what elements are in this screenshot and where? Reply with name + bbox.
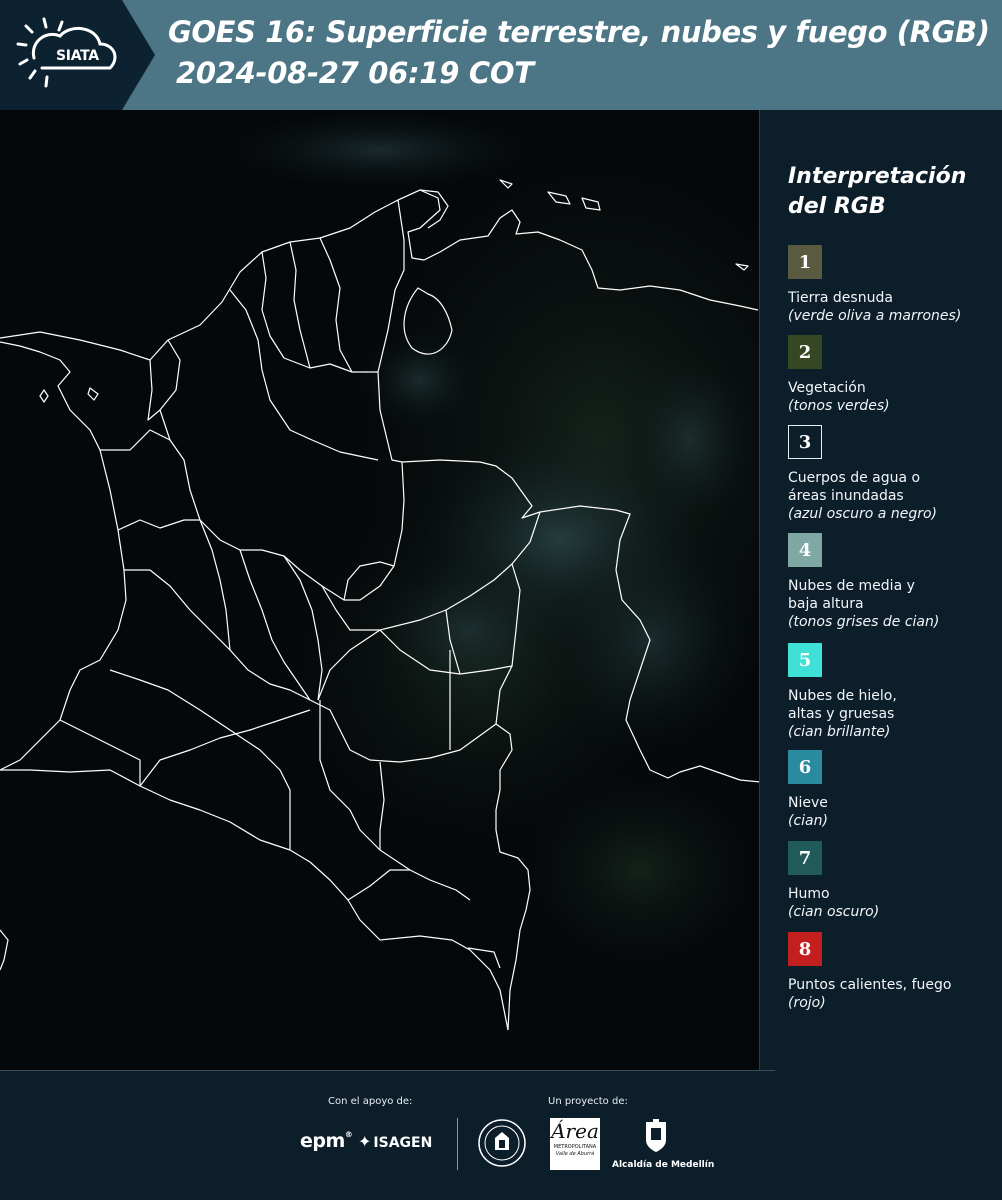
legend-swatch: 5: [788, 643, 822, 677]
colombia-map-svg: [0, 110, 759, 1070]
legend-label: Vegetación: [788, 380, 866, 396]
support-label: Con el apoyo de:: [328, 1096, 413, 1107]
legend-swatch: 2: [788, 335, 822, 369]
project-label: Un proyecto de:: [548, 1096, 628, 1107]
legend-item-water: 3 Cuerpos de agua o áreas inundadas (azu…: [788, 425, 998, 523]
legend-swatch-number: 8: [798, 938, 812, 960]
legend-desc: (verde oliva a marrones): [788, 308, 962, 324]
legend-label: Nubes de media y baja altura: [788, 578, 915, 612]
legend-swatch-number: 3: [798, 431, 812, 453]
epm-logo: epm®: [300, 1130, 353, 1152]
footer-divider: [0, 1070, 775, 1071]
legend-swatch-number: 5: [798, 649, 812, 671]
legend-item-vegetation: 2 Vegetación (tonos verdes): [788, 335, 998, 415]
legend-item-smoke: 7 Humo (cian oscuro): [788, 841, 998, 921]
area-metropolitana-logo: Área METROPOLITANA Valle de Aburrá: [550, 1118, 600, 1170]
epm-logo-text: epm: [300, 1130, 345, 1152]
legend-label: Cuerpos de agua o áreas inundadas: [788, 470, 921, 504]
timestamp: 2024-08-27 06:19 COT: [176, 56, 534, 90]
legend-desc: (cian): [788, 813, 828, 829]
area-metro-line2: Valle de Aburrá: [555, 1151, 595, 1157]
page-title: GOES 16: Superficie terrestre, nubes y f…: [168, 15, 990, 49]
legend-desc: (cian oscuro): [788, 904, 880, 920]
legend-swatch-number: 2: [798, 341, 812, 363]
logo-separator: [457, 1118, 458, 1170]
legend-label: Tierra desnuda: [788, 290, 893, 306]
legend-swatch-number: 7: [798, 847, 812, 869]
isagen-logo: ✦ ISAGEN: [358, 1132, 433, 1151]
header: SIATA GOES 16: Superficie terrestre, nub…: [0, 0, 1002, 110]
legend-label: Nieve: [788, 795, 828, 811]
legend-panel: Interpretación del RGB 1 Tierra desnuda …: [760, 110, 1002, 1070]
footer: Con el apoyo de: Un proyecto de: epm® ✦ I…: [0, 1070, 1002, 1200]
legend-swatch-number: 6: [798, 756, 812, 778]
legend-swatch-number: 1: [798, 251, 812, 273]
satellite-map: [0, 110, 760, 1070]
legend-item-ice-clouds: 5 Nubes de hielo, altas y gruesas (cian …: [788, 643, 998, 741]
siata-logo: SIATA: [14, 14, 126, 96]
legend-swatch: 3: [788, 425, 822, 459]
isagen-logo-text: ISAGEN: [373, 1135, 433, 1151]
legend-item-bare-land: 1 Tierra desnuda (verde oliva a marrones…: [788, 245, 998, 325]
legend-desc: (cian brillante): [788, 724, 891, 740]
antioquia-seal-icon: [477, 1118, 527, 1168]
legend-swatch: 8: [788, 932, 822, 966]
legend-title: Interpretación del RGB: [788, 164, 967, 219]
siata-logo-text: SIATA: [56, 48, 99, 64]
legend-swatch: 4: [788, 533, 822, 567]
legend-label: Humo: [788, 886, 830, 902]
area-metro-line1: METROPOLITANA: [553, 1144, 597, 1150]
legend-label: Puntos calientes, fuego: [788, 977, 952, 993]
legend-desc: (azul oscuro a negro): [788, 506, 937, 522]
legend-desc: (tonos grises de cian): [788, 614, 940, 630]
legend-label: Nubes de hielo, altas y gruesas: [788, 688, 897, 722]
legend-swatch: 6: [788, 750, 822, 784]
legend-swatch: 7: [788, 841, 822, 875]
alcaldia-medellin-label: Alcaldía de Medellín: [612, 1160, 715, 1170]
legend-swatch: 1: [788, 245, 822, 279]
legend-desc: (tonos verdes): [788, 398, 890, 414]
legend-item-fire: 8 Puntos calientes, fuego (rojo): [788, 932, 998, 1012]
legend-item-low-clouds: 4 Nubes de media y baja altura (tonos gr…: [788, 533, 998, 631]
legend-item-snow: 6 Nieve (cian): [788, 750, 998, 830]
legend-desc: (rojo): [788, 995, 826, 1011]
legend-swatch-number: 4: [798, 539, 812, 561]
medellin-coat-of-arms-icon: [643, 1118, 669, 1154]
